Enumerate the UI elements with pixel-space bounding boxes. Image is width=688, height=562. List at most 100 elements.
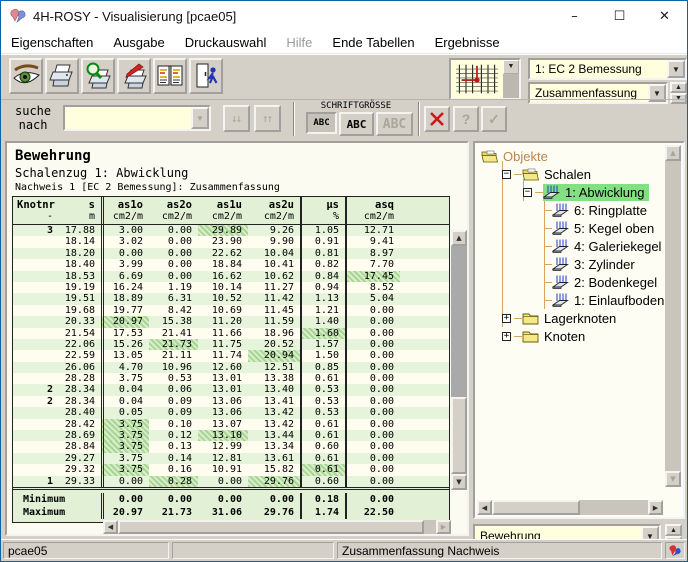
cell-value: 7.70: [345, 259, 400, 270]
fontsize-large-button[interactable]: ABC: [376, 112, 413, 136]
tree-item-content[interactable]: 1: Abwicklung: [543, 184, 649, 201]
cell-value: 0.00: [149, 236, 198, 247]
print-edit-icon: [120, 62, 148, 90]
tree-item-lagerknoten[interactable]: + Lagerknoten: [477, 309, 665, 327]
cell-filler: [400, 453, 449, 464]
fontsize-small-button[interactable]: ABC: [306, 112, 337, 134]
menu-item-hilfe[interactable]: Hilfe: [276, 33, 322, 52]
tree-item-content[interactable]: 2: Bodenkegel: [552, 274, 661, 291]
tree-item-content[interactable]: 5: Kegel oben: [552, 220, 658, 237]
search-dropdown-icon[interactable]: ▼: [191, 107, 209, 129]
tree-item-content[interactable]: 6: Ringplatte: [552, 202, 651, 219]
table-row: 18.403.990.0018.8410.410.827.70: [13, 259, 449, 270]
cell-s: 19.19: [59, 282, 101, 293]
cell-filler: [400, 430, 449, 441]
tree-item-objekte[interactable]: Objekte: [477, 147, 665, 165]
cancel-button[interactable]: [424, 106, 450, 132]
cell-value: 15.82: [248, 464, 300, 475]
tree-item-4-galeriekegel[interactable]: 4: Galeriekegel: [477, 237, 665, 255]
search-prev-button[interactable]: ↑↑: [254, 105, 281, 132]
cell-value: 19.77: [101, 305, 149, 316]
cell-filler: [400, 259, 449, 270]
cell-value: 13.10: [198, 430, 248, 441]
cell-value: 11.74: [198, 350, 248, 361]
close-button[interactable]: ✕: [642, 1, 687, 31]
column-name: as2u: [248, 199, 294, 211]
tree-item-schalen[interactable]: − Schalen: [477, 165, 665, 183]
table-scroll-down-icon[interactable]: ▼: [451, 474, 467, 490]
collapse-icon[interactable]: −: [502, 170, 511, 179]
cell-value: 29.76: [248, 476, 300, 487]
tree-item-2-bodenkegel[interactable]: 2: Bodenkegel: [477, 273, 665, 291]
minimize-button[interactable]: –: [552, 1, 597, 31]
tree-item-content[interactable]: Lagerknoten: [522, 310, 620, 327]
tree-item-6-ringplatte[interactable]: 6: Ringplatte: [477, 201, 665, 219]
table-title: Bewehrung: [15, 148, 467, 164]
cell-value: 9.90: [248, 236, 300, 247]
nachweis-combo[interactable]: 1: EC 2 Bemessung ▼: [528, 58, 687, 80]
tree-item-content[interactable]: Knoten: [522, 328, 589, 345]
expand-icon[interactable]: +: [502, 332, 511, 341]
tree-vscrollbar-track[interactable]: [665, 145, 681, 487]
tree-item-label: Schalen: [541, 166, 595, 183]
menu-item-druckauswahl[interactable]: Druckauswahl: [175, 33, 277, 52]
table-layout-track[interactable]: [503, 74, 519, 98]
tree-item-content[interactable]: 4: Galeriekegel: [552, 238, 665, 255]
cell-value: 0.00: [345, 305, 400, 316]
spinner-up-icon[interactable]: ▲: [670, 82, 687, 93]
confirm-button[interactable]: ✓: [481, 106, 507, 132]
tree-item-content[interactable]: 1: Einlaufboden: [552, 292, 665, 309]
tree-scroll-left-icon[interactable]: ◀: [477, 500, 492, 515]
cell-knotnr: [13, 407, 59, 418]
minmax-value: 0.00: [198, 493, 248, 506]
table-panel: Bewehrung Schalenzug 1: Abwicklung Nachw…: [5, 141, 469, 536]
search-combo[interactable]: ▼: [63, 105, 211, 131]
tree-item-5-kegel-oben[interactable]: 5: Kegel oben: [477, 219, 665, 237]
cell-value: 11.20: [198, 316, 248, 327]
exit-button[interactable]: [189, 58, 223, 94]
table-scroll-right-icon[interactable]: ▶: [436, 520, 451, 534]
cell-value: 8.42: [149, 305, 198, 316]
cell-value: 0.60: [300, 441, 345, 452]
help-button[interactable]: ?: [453, 106, 479, 132]
cell-knotnr: [13, 339, 59, 350]
table-row: 29.273.750.1412.8113.610.610.00: [13, 453, 449, 464]
tree-item-1-abwicklung[interactable]: − 1: Abwicklung: [477, 183, 665, 201]
menu-item-eigenschaften[interactable]: Eigenschaften: [1, 33, 103, 52]
table-layout-combo[interactable]: ▼: [449, 58, 521, 100]
print-preview-button[interactable]: [81, 58, 115, 94]
expand-icon[interactable]: +: [502, 314, 511, 323]
cell-filler: [400, 441, 449, 452]
menu-item-ausgabe[interactable]: Ausgabe: [103, 33, 174, 52]
column-name: asq: [347, 199, 394, 211]
report-book-button[interactable]: [153, 58, 187, 94]
fontsize-medium-button[interactable]: ABC: [339, 112, 374, 136]
tree-hscrollbar-thumb[interactable]: [492, 500, 580, 515]
maximize-button[interactable]: ☐: [597, 1, 642, 31]
tree-item-content[interactable]: Objekte: [481, 148, 552, 165]
table-layout-dropdown[interactable]: ▼: [503, 60, 519, 74]
table-scroll-up-icon[interactable]: ▲: [451, 230, 467, 246]
print-button[interactable]: [45, 58, 79, 94]
collapse-icon[interactable]: −: [523, 188, 532, 197]
tree-scroll-up-icon[interactable]: ▲: [665, 145, 681, 161]
table-scroll-left-icon[interactable]: ◀: [103, 520, 118, 534]
tree-item-1-einlaufboden[interactable]: 1: Einlaufboden: [477, 291, 665, 309]
print-settings-button[interactable]: [117, 58, 151, 94]
search-next-button[interactable]: ↓↓: [223, 105, 250, 132]
view-button[interactable]: [9, 58, 43, 94]
tree-item-content[interactable]: 3: Zylinder: [552, 256, 639, 273]
table-vscrollbar-thumb[interactable]: [451, 397, 467, 474]
tree-item-3-zylinder[interactable]: 3: Zylinder: [477, 255, 665, 273]
spinner-up-icon[interactable]: ▲: [665, 524, 682, 536]
tree-scroll-down-icon[interactable]: ▼: [665, 471, 681, 487]
table-hscrollbar-thumb[interactable]: [118, 520, 424, 534]
tree-item-content[interactable]: Schalen: [522, 166, 595, 183]
tree-item-label: 6: Ringplatte: [571, 202, 651, 219]
tree-item-knoten[interactable]: + Knoten: [477, 327, 665, 345]
menu-item-ergebnisse[interactable]: Ergebnisse: [425, 33, 510, 52]
menu-item-ende-tabellen[interactable]: Ende Tabellen: [322, 33, 424, 52]
shell-icon: [552, 275, 569, 289]
tree-scroll-right-icon[interactable]: ▶: [648, 500, 663, 515]
nachweis-dropdown-icon[interactable]: ▼: [667, 60, 685, 78]
